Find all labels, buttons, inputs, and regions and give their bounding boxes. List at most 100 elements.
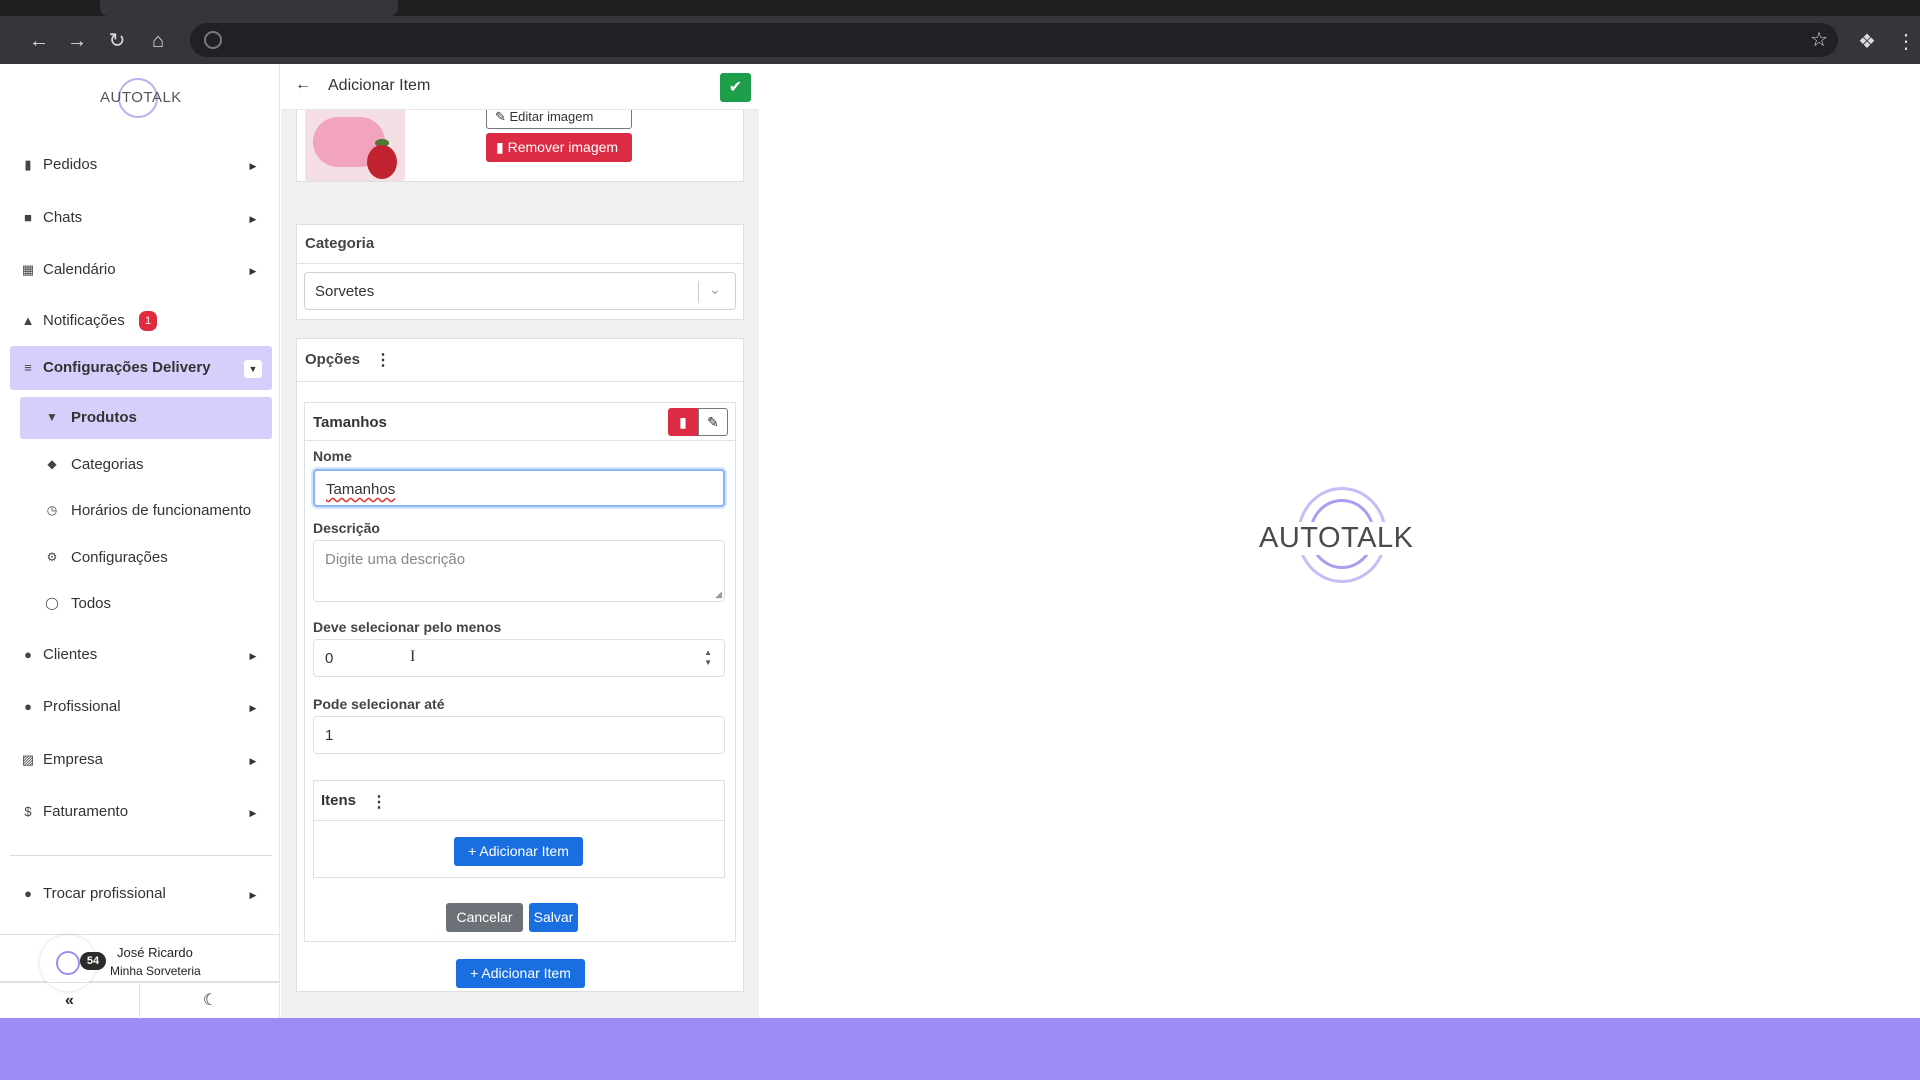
sliders-icon: ≡ — [24, 360, 32, 375]
sidebar-subitem-produtos[interactable]: ▼ Produtos — [20, 397, 272, 439]
sidebar-item-chats[interactable]: ■ Chats ▶ — [10, 196, 272, 240]
option-group-header: Tamanhos ▮ ✎ — [305, 403, 735, 441]
items-title: Itens — [321, 792, 357, 809]
collapse-sidebar-button[interactable]: « — [0, 983, 140, 1019]
caret-right-icon[interactable]: ▶ — [244, 886, 262, 904]
avatar-logo-ring — [56, 951, 80, 975]
sidebar-item-label: Empresa — [43, 751, 104, 768]
sidebar-item-empresa[interactable]: ▨ Empresa ▶ — [10, 738, 272, 782]
user-name: José Ricardo — [117, 945, 193, 960]
items-menu-icon[interactable]: ⋮ — [371, 792, 387, 812]
site-info-icon[interactable] — [204, 31, 222, 49]
logo-text: AUTOTALK — [100, 89, 182, 106]
max-select-label: Pode selecionar até — [313, 696, 445, 712]
max-select-input[interactable]: 1 — [313, 716, 725, 754]
add-subitem-button[interactable]: + Adicionar Item — [454, 837, 583, 866]
text-cursor-icon: I — [410, 648, 416, 665]
resize-grip-icon[interactable]: ◢ — [715, 589, 722, 600]
caret-right-icon[interactable]: ▶ — [244, 262, 262, 280]
sidebar-item-pedidos[interactable]: ▮ Pedidos ▶ — [10, 143, 272, 187]
category-title: Categoria — [305, 235, 375, 252]
remove-image-button[interactable]: ▮ Remover imagem — [486, 133, 632, 162]
name-label: Nome — [313, 448, 352, 464]
globe-icon: ◯ — [45, 596, 59, 610]
min-select-input[interactable]: 0 I ▲ ▼ — [313, 639, 725, 677]
options-menu-icon[interactable]: ⋮ — [375, 350, 391, 370]
sidebar-item-trocar-profissional[interactable]: ● Trocar profissional ▶ — [10, 872, 272, 916]
description-textarea[interactable]: Digite uma descrição ◢ — [313, 540, 725, 602]
sidebar-subitem-categorias[interactable]: ◆ Categorias — [20, 444, 272, 486]
autotalk-logo: AUTOTALK — [1255, 487, 1425, 589]
chevron-down-icon[interactable]: ⌄ — [709, 281, 721, 298]
add-item-button[interactable]: + Adicionar Item — [456, 959, 585, 988]
save-button[interactable]: Salvar — [529, 903, 578, 932]
caret-right-icon[interactable]: ▶ — [244, 752, 262, 770]
option-group-card: Tamanhos ▮ ✎ Nome Tamanhos Descrição Dig… — [304, 402, 736, 942]
sidebar-subitem-label: Horários de funcionamento — [71, 502, 252, 519]
building-icon: ▨ — [21, 752, 35, 767]
address-bar[interactable]: ☆ — [190, 23, 1838, 57]
sidebar-divider — [10, 855, 272, 856]
browser-menu-icon[interactable]: ⋮ — [1896, 29, 1916, 54]
select-separator — [698, 281, 699, 303]
sidebar-item-clientes[interactable]: ● Clientes ▶ — [10, 633, 272, 677]
cancel-button[interactable]: Cancelar — [446, 903, 523, 932]
extensions-icon[interactable]: ❖ — [1858, 29, 1876, 54]
bell-icon: ▲ — [21, 313, 35, 328]
options-title: Opções — [305, 351, 361, 368]
dollar-icon: $ — [24, 804, 32, 819]
card-divider — [297, 381, 743, 382]
notification-badge: 1 — [139, 311, 157, 331]
caret-right-icon[interactable]: ▶ — [244, 210, 262, 228]
chat-icon: ■ — [24, 210, 32, 225]
caret-right-icon[interactable]: ▶ — [244, 699, 262, 717]
browser-tabstrip — [0, 0, 1920, 16]
user-switch-icon: ● — [24, 886, 32, 901]
sidebar-item-profissional[interactable]: ● Profissional ▶ — [10, 685, 272, 729]
category-card: Categoria Sorvetes ⌄ — [296, 224, 744, 320]
sidebar-subitem-horarios[interactable]: ◷ Horários de funcionamento — [20, 490, 272, 532]
sidebar-item-calendario[interactable]: ▦ Calendário ▶ — [10, 248, 272, 292]
user-card[interactable]: José Ricardo Minha Sorveteria — [0, 934, 280, 991]
browser-tab[interactable] — [100, 0, 398, 16]
back-arrow-icon[interactable]: ← — [295, 76, 311, 94]
home-icon[interactable]: ⌂ — [147, 30, 169, 52]
clock-icon: ◷ — [46, 503, 58, 517]
sidebar-subitem-todos[interactable]: ◯ Todos — [20, 583, 272, 625]
logo-text: AUTOTALK — [1257, 522, 1416, 555]
sidebar-item-label: Pedidos — [43, 156, 98, 173]
sidebar-item-notificacoes[interactable]: ▲ Notificações 1 — [10, 299, 272, 343]
number-spinner-icon[interactable]: ▲ ▼ — [704, 648, 712, 668]
moon-icon[interactable]: ☾ — [140, 983, 280, 1019]
delete-group-button[interactable]: ▮ — [668, 408, 698, 436]
sidebar-logo: AUTOTALK — [98, 72, 182, 122]
panel-title: Adicionar Item — [328, 77, 431, 94]
caret-right-icon[interactable]: ▶ — [244, 647, 262, 665]
trash-icon: ▮ — [496, 139, 508, 155]
sidebar-item-label: Configurações Delivery — [43, 359, 211, 376]
forward-icon[interactable]: → — [66, 30, 88, 52]
name-input[interactable]: Tamanhos — [313, 469, 725, 507]
max-select-value: 1 — [325, 727, 334, 744]
cone-icon: ▼ — [46, 410, 58, 424]
bookmark-star-icon[interactable]: ☆ — [1810, 27, 1828, 52]
category-select[interactable]: Sorvetes ⌄ — [304, 272, 736, 310]
sidebar-item-faturamento[interactable]: $ Faturamento ▶ — [10, 790, 272, 834]
sidebar-item-label: Calendário — [43, 261, 116, 278]
items-card: Itens ⋮ + Adicionar Item — [313, 780, 725, 878]
confirm-button[interactable]: ✔ — [720, 73, 751, 102]
sidebar-item-label: Profissional — [43, 698, 121, 715]
sidebar-item-label: Notificações — [43, 312, 125, 329]
reload-icon[interactable]: ↻ — [106, 30, 128, 52]
caret-right-icon[interactable]: ▶ — [244, 157, 262, 175]
sidebar-subitem-configuracoes[interactable]: ⚙ Configurações — [20, 537, 272, 579]
caret-right-icon[interactable]: ▶ — [244, 804, 262, 822]
category-value: Sorvetes — [315, 283, 375, 300]
min-select-label: Deve selecionar pelo menos — [313, 619, 502, 635]
back-icon[interactable]: ← — [28, 30, 50, 52]
edit-group-button[interactable]: ✎ — [698, 408, 728, 436]
items-header: Itens ⋮ — [314, 781, 724, 821]
sidebar-item-configuracoes-delivery[interactable]: ≡ Configurações Delivery ▼ — [10, 346, 272, 390]
caret-down-icon[interactable]: ▼ — [244, 360, 262, 378]
browser-toolbar: ← → ↻ ⌂ ☆ ❖ ⋮ — [0, 16, 1920, 64]
